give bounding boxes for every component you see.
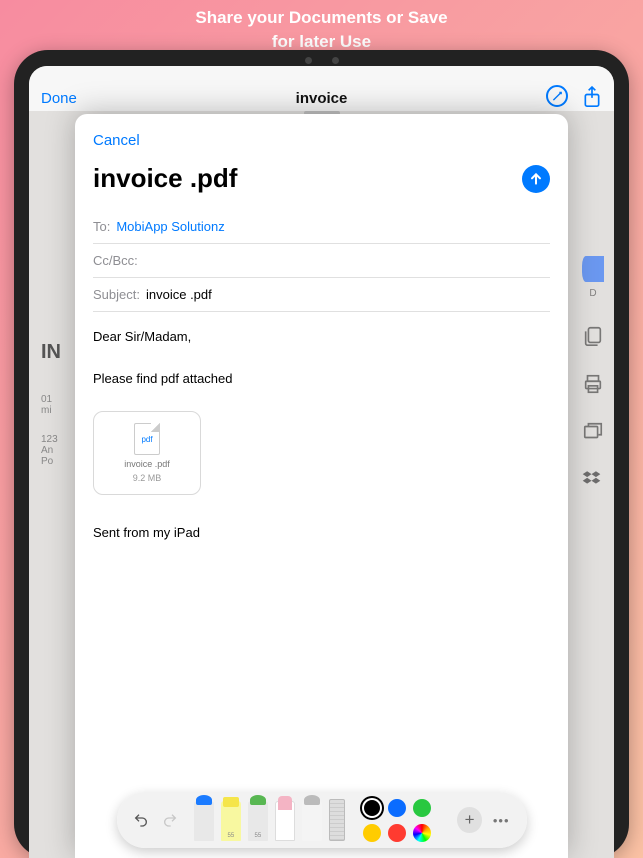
to-label: To: <box>93 219 110 234</box>
to-field[interactable]: To: MobiApp Solutionz <box>93 210 550 244</box>
header-title: invoice <box>296 90 348 107</box>
promo-banner: Share your Documents or Save for later U… <box>0 0 643 54</box>
lasso-tool[interactable] <box>302 801 322 841</box>
share-icon[interactable] <box>582 85 602 107</box>
promo-line1: Share your Documents or Save <box>0 6 643 30</box>
body-greeting: Dear Sir/Madam, <box>93 327 550 348</box>
eraser-tool[interactable] <box>275 801 295 841</box>
pen-tool[interactable] <box>194 801 214 841</box>
more-icon[interactable]: ••• <box>490 813 513 828</box>
mail-signature: Sent from my iPad <box>93 525 550 540</box>
undo-icon[interactable] <box>131 809 152 831</box>
attachment-card[interactable]: pdf invoice .pdf 9.2 MB <box>93 411 201 495</box>
camera-notch <box>287 56 357 64</box>
done-button[interactable]: Done <box>41 90 77 107</box>
markup-mode-icon[interactable] <box>546 85 568 107</box>
color-red[interactable] <box>388 824 406 842</box>
cancel-button[interactable]: Cancel <box>93 132 550 149</box>
ccbcc-field[interactable]: Cc/Bcc: <box>93 244 550 278</box>
color-black[interactable] <box>364 800 380 816</box>
window-icon[interactable] <box>582 421 604 443</box>
markup-toolbar: 55 55 + ••• <box>117 792 527 848</box>
marker-tool[interactable]: 55 <box>221 801 241 841</box>
mail-compose-modal: Cancel invoice .pdf To: MobiApp Solution… <box>75 114 568 858</box>
body-message: Please find pdf attached <box>93 369 550 390</box>
ruler-tool[interactable] <box>329 799 345 841</box>
print-icon[interactable] <box>582 373 604 395</box>
pencil-tool[interactable]: 55 <box>248 801 268 841</box>
subject-field[interactable]: Subject: invoice .pdf <box>93 278 550 312</box>
subject-label: Subject: <box>93 287 140 302</box>
subject-value: invoice .pdf <box>146 287 212 302</box>
tools-group: 55 55 <box>194 799 345 841</box>
redo-icon[interactable] <box>159 809 180 831</box>
pdf-badge: pdf <box>141 435 152 444</box>
bluetooth-label: D <box>589 288 596 299</box>
mail-body[interactable]: Dear Sir/Madam, Please find pdf attached <box>93 327 550 389</box>
ipad-frame: IN 01mi 123AnPo Done invoice <box>14 50 629 858</box>
pdf-file-icon: pdf <box>134 423 160 455</box>
color-yellow[interactable] <box>363 824 381 842</box>
attachment-size: 9.2 MB <box>133 473 162 483</box>
share-side-panel: D <box>576 256 610 491</box>
app-header: Done invoice <box>29 66 614 111</box>
copy-icon[interactable] <box>582 325 604 347</box>
add-shape-button[interactable]: + <box>457 807 481 833</box>
ipad-screen: IN 01mi 123AnPo Done invoice <box>29 66 614 858</box>
color-palette <box>363 799 450 842</box>
color-green[interactable] <box>413 799 431 817</box>
compose-title: invoice .pdf <box>93 163 237 194</box>
bluetooth-icon[interactable] <box>582 256 604 282</box>
attachment-name: invoice .pdf <box>124 459 170 469</box>
color-picker-icon[interactable] <box>413 824 431 842</box>
send-button[interactable] <box>522 165 550 193</box>
ccbcc-label: Cc/Bcc: <box>93 253 138 268</box>
dropbox-icon[interactable] <box>582 469 604 491</box>
color-blue[interactable] <box>388 799 406 817</box>
to-value: MobiApp Solutionz <box>116 219 224 234</box>
